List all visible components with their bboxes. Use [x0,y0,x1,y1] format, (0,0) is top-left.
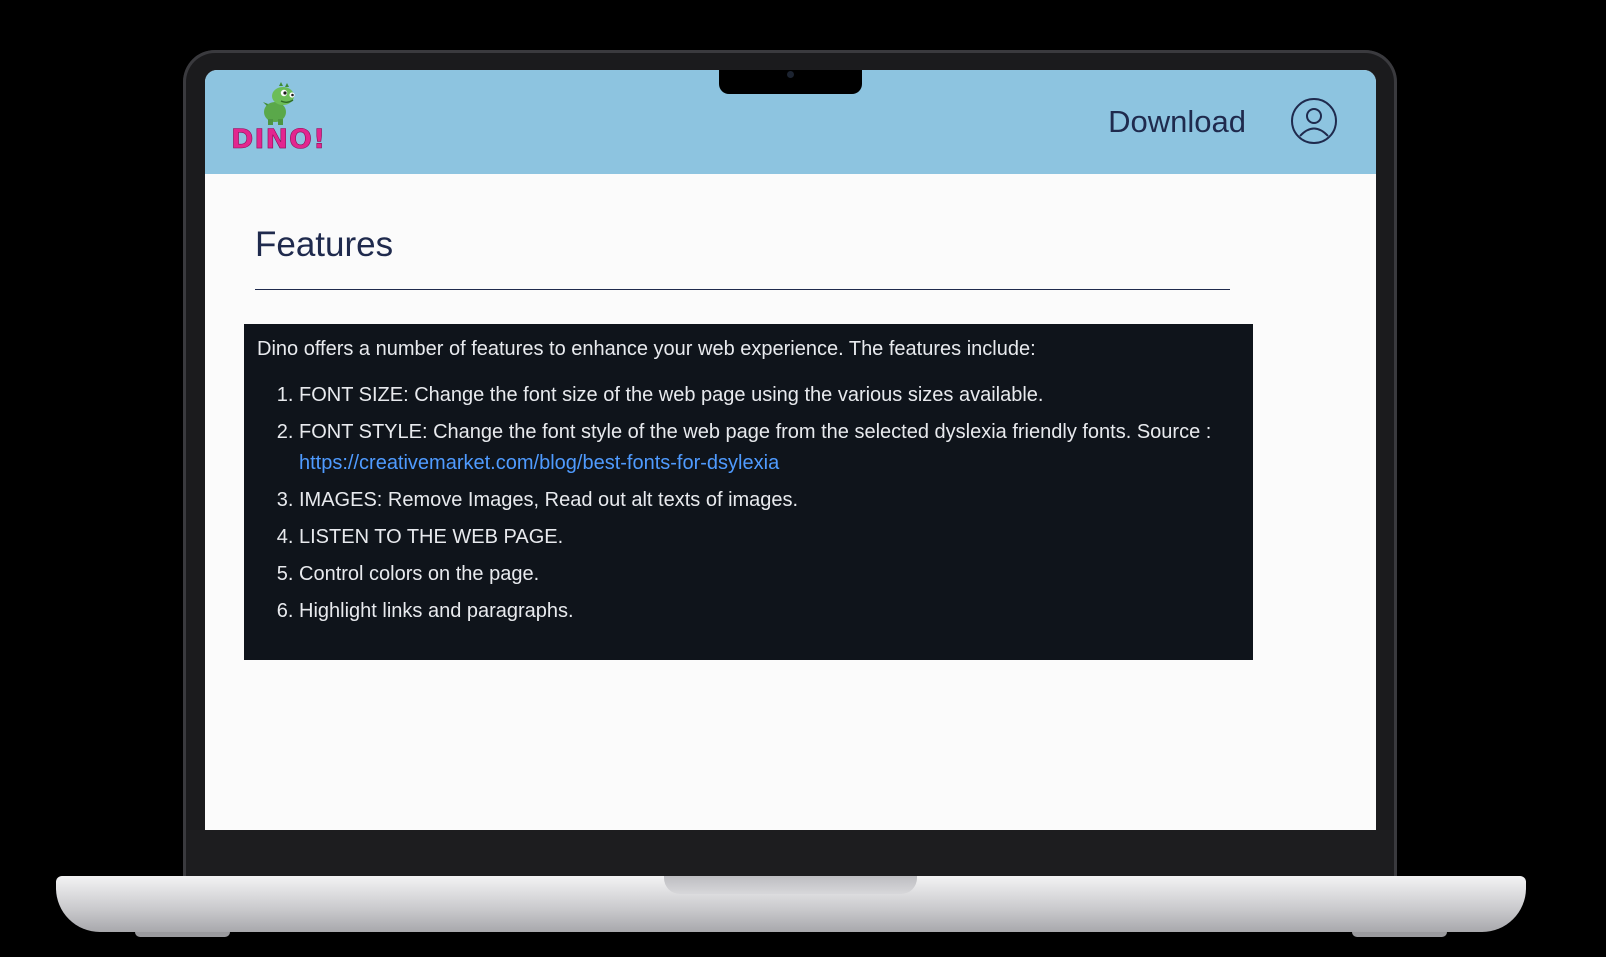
features-list: FONT SIZE: Change the font size of the w… [257,380,1240,627]
dinosaur-icon [263,82,295,125]
list-item: FONT STYLE: Change the font style of the… [299,417,1240,479]
features-intro: Dino offers a number of features to enha… [257,338,1036,360]
profile-button[interactable] [1290,97,1338,145]
laptop-foot [1352,932,1447,937]
logo-text: DINO! [231,124,327,156]
list-item: IMAGES: Remove Images, Read out alt text… [299,485,1240,516]
feature-text: Highlight links and paragraphs. [299,600,574,622]
source-link[interactable]: https://creativemarket.com/blog/best-fon… [299,452,779,474]
feature-text: IMAGES: Remove Images, Read out alt text… [299,489,799,511]
page-title: Features [255,225,394,264]
feature-text: FONT SIZE: Change the font size of the w… [299,384,1044,406]
feature-text: FONT STYLE: Change the font style of the… [299,421,1212,443]
list-item: LISTEN TO THE WEB PAGE. [299,522,1240,553]
list-item: FONT SIZE: Change the font size of the w… [299,380,1240,411]
title-divider [255,289,1230,290]
list-item: Control colors on the page. [299,559,1240,590]
laptop-opening-notch [664,876,917,894]
dino-logo[interactable]: DINO! [231,82,331,162]
download-link[interactable]: Download [1108,104,1246,140]
feature-text: Control colors on the page. [299,563,540,585]
user-circle-icon [1291,98,1337,144]
laptop-bezel-bottom [186,830,1394,876]
laptop-screen: DINO! Download Features Dino offers a nu… [205,70,1376,830]
features-panel: Dino offers a number of features to enha… [244,324,1253,660]
camera-icon [787,71,794,78]
feature-text: LISTEN TO THE WEB PAGE. [299,526,564,548]
laptop-foot [135,932,230,937]
list-item: Highlight links and paragraphs. [299,596,1240,627]
